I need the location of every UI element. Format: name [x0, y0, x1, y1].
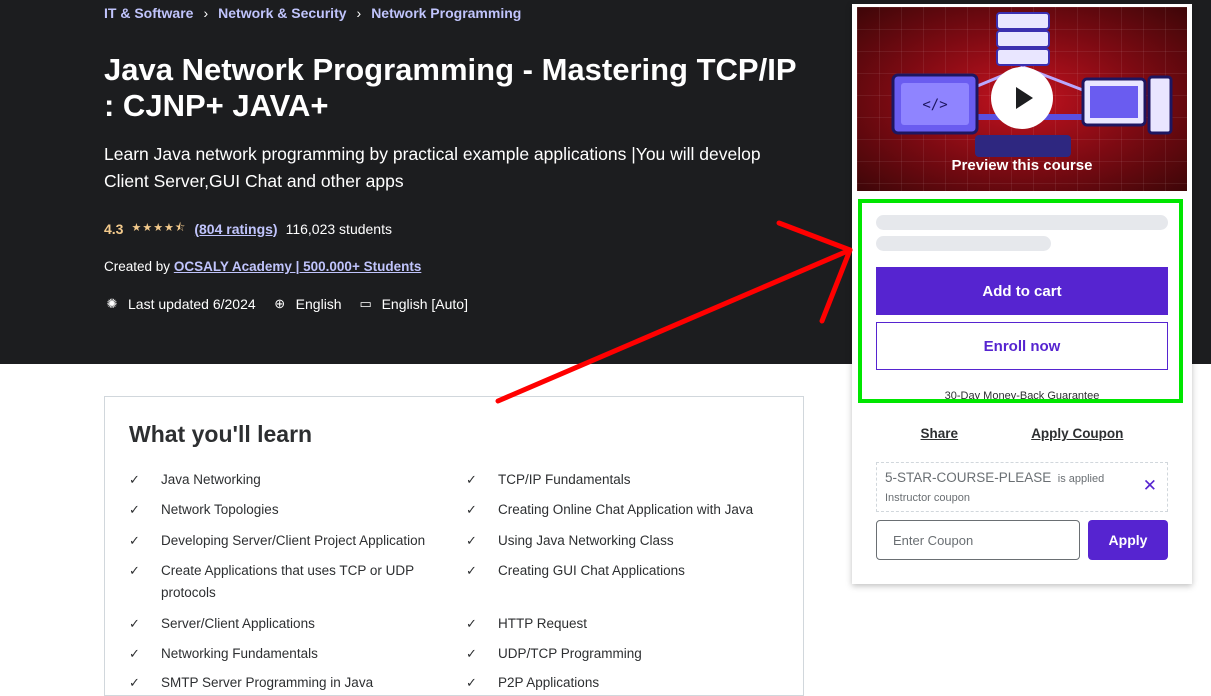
enroll-now-button[interactable]: Enroll now [876, 322, 1168, 370]
list-item: ✓ Creating Online Chat Application with J… [466, 499, 776, 521]
check-icon: ✓ [129, 675, 140, 690]
list-item: ✓ Java Networking [129, 469, 439, 491]
loading-placeholder [876, 236, 1051, 251]
captions-icon: ▭ [359, 296, 372, 311]
list-item: ✓ Using Java Networking Class [466, 530, 776, 552]
ratings-count-link[interactable]: (804 ratings) [194, 221, 277, 237]
course-title: Java Network Programming - Mastering TCP… [104, 52, 796, 123]
list-item: ✓ SMTP Server Programming in Java [129, 672, 439, 694]
section-title: What you'll learn [129, 421, 313, 447]
check-icon: ✓ [129, 616, 140, 631]
add-to-cart-button[interactable]: Add to cart [876, 267, 1168, 315]
check-icon: ✓ [466, 616, 477, 631]
list-item: ✓ HTTP Request [466, 613, 776, 635]
apply-button[interactable]: Apply [1088, 520, 1168, 560]
apply-coupon-link[interactable]: Apply Coupon [1031, 426, 1123, 441]
share-button[interactable]: Share [921, 426, 959, 441]
play-icon[interactable] [991, 67, 1053, 129]
loading-placeholder [876, 215, 1168, 230]
breadcrumb: IT & Software › Network & Security › Net… [104, 5, 521, 21]
chevron-right-icon: › [203, 5, 209, 21]
rating-row: 4.3 ★★★★⯪ (804 ratings) 116,023 students [104, 219, 392, 238]
course-meta: ✺ Last updated 6/2024 ⊕ English ▭ Englis… [104, 296, 484, 312]
breadcrumb-item[interactable]: IT & Software [104, 5, 193, 21]
applied-coupon: 5-STAR-COURSE-PLEASE is applied Instruct… [876, 462, 1168, 512]
list-item: ✓ Create Applications that uses TCP or UD… [129, 560, 429, 604]
check-icon: ✓ [466, 472, 477, 487]
close-icon[interactable]: ✕ [1143, 476, 1157, 496]
list-item: ✓ P2P Applications [466, 672, 776, 694]
globe-icon: ⊕ [274, 296, 286, 311]
chevron-right-icon: › [356, 5, 362, 21]
list-item: ✓ TCP/IP Fundamentals [466, 469, 776, 491]
coupon-type: Instructor coupon [885, 492, 970, 504]
list-item: ✓ Network Topologies [129, 499, 439, 521]
star-rating-icon: ★★★★⯪ [131, 222, 187, 234]
check-icon: ✓ [466, 502, 477, 517]
check-icon: ✓ [129, 646, 140, 661]
money-back-guarantee: 30-Day Money-Back Guarantee [944, 390, 1100, 402]
course-language: English [295, 296, 342, 312]
students-count: 116,023 students [285, 220, 392, 237]
coupon-code: 5-STAR-COURSE-PLEASE [885, 470, 1052, 485]
alert-badge-icon: ✺ [106, 296, 118, 311]
list-item: ✓ UDP/TCP Programming [466, 643, 776, 665]
check-icon: ✓ [466, 646, 477, 661]
coupon-input[interactable] [876, 520, 1080, 560]
preview-label: Preview this course [951, 157, 1093, 174]
course-preview-video[interactable]: </> Preview this course [856, 6, 1188, 192]
check-icon: ✓ [129, 502, 140, 517]
what-you-learn-section: What you'll learn ✓ Java Networking ✓ TCP/… [104, 396, 804, 696]
check-icon: ✓ [466, 675, 477, 690]
check-icon: ✓ [129, 563, 140, 578]
created-by-label: Created by [104, 259, 171, 274]
breadcrumb-item[interactable]: Network & Security [218, 5, 346, 21]
breadcrumb-item[interactable]: Network Programming [371, 5, 521, 21]
created-by: Created by OCSALY Academy | 500.000+ Stu… [104, 259, 421, 274]
check-icon: ✓ [466, 533, 477, 548]
check-icon: ✓ [129, 472, 140, 487]
coupon-status: is applied [1057, 473, 1105, 485]
list-item: ✓ Server/Client Applications [129, 613, 439, 635]
instructor-link[interactable]: OCSALY Academy | 500.000+ Students [174, 259, 422, 274]
list-item: ✓ Developing Server/Client Project Applic… [129, 530, 439, 552]
check-icon: ✓ [466, 563, 477, 578]
course-captions: English [Auto] [381, 296, 468, 312]
svg-text:</>: </> [922, 97, 947, 113]
purchase-sidebar: </> Preview this course Add to cart Enro… [852, 4, 1192, 584]
course-subtitle: Learn Java network programming by practi… [104, 144, 761, 191]
list-item: ✓ Networking Fundamentals [129, 643, 439, 665]
list-item: ✓ Creating GUI Chat Applications [466, 560, 776, 582]
check-icon: ✓ [129, 533, 140, 548]
sidebar-links: Share Apply Coupon [852, 426, 1192, 441]
last-updated: Last updated 6/2024 [128, 296, 256, 312]
rating-value: 4.3 [104, 220, 124, 237]
